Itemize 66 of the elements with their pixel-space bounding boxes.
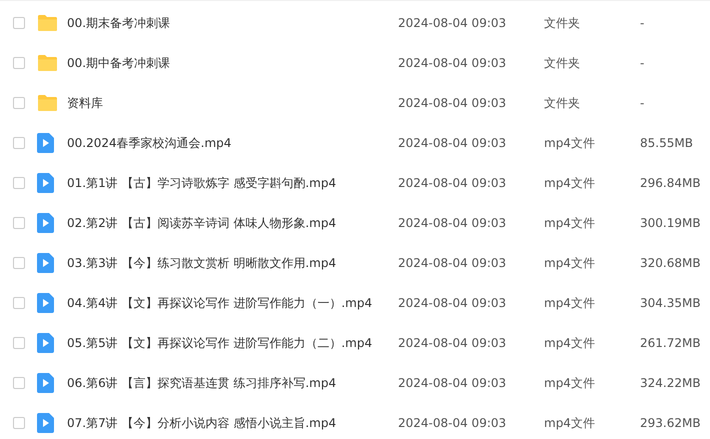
file-size: 300.19MB bbox=[640, 216, 702, 230]
video-file-icon bbox=[37, 413, 54, 433]
checkbox[interactable] bbox=[13, 417, 25, 429]
folder-icon bbox=[37, 54, 58, 72]
video-file-icon bbox=[37, 293, 54, 313]
file-name[interactable]: 03.第3讲 【今】练习散文赏析 明晰散文作用.mp4 bbox=[67, 254, 398, 272]
file-type: mp4文件 bbox=[544, 294, 596, 312]
checkbox[interactable] bbox=[13, 297, 25, 309]
checkbox[interactable] bbox=[13, 17, 25, 29]
file-name[interactable]: 07.第7讲 【今】分析小说内容 感悟小说主旨.mp4 bbox=[67, 414, 398, 432]
video-file-icon bbox=[37, 253, 54, 273]
checkbox[interactable] bbox=[13, 177, 25, 189]
video-file-icon bbox=[37, 373, 54, 393]
folder-icon bbox=[37, 14, 58, 32]
file-size: 261.72MB bbox=[640, 336, 702, 350]
file-size: 296.84MB bbox=[640, 176, 702, 190]
file-type: mp4文件 bbox=[544, 414, 596, 432]
checkbox[interactable] bbox=[13, 57, 25, 69]
file-name[interactable]: 02.第2讲 【古】阅读苏辛诗词 体味人物形象.mp4 bbox=[67, 214, 398, 232]
file-type: 文件夹 bbox=[544, 54, 581, 72]
file-name[interactable]: 05.第5讲 【文】再探议论写作 进阶写作能力（二）.mp4 bbox=[67, 334, 398, 352]
checkbox[interactable] bbox=[13, 137, 25, 149]
modified-time: 2024-08-04 09:03 bbox=[398, 336, 508, 350]
file-type: mp4文件 bbox=[544, 334, 596, 352]
modified-time: 2024-08-04 09:03 bbox=[398, 136, 508, 150]
file-size: 293.62MB bbox=[640, 416, 702, 430]
checkbox[interactable] bbox=[13, 377, 25, 389]
video-file-icon bbox=[37, 173, 54, 193]
modified-time: 2024-08-04 09:03 bbox=[398, 96, 508, 110]
file-type: 文件夹 bbox=[544, 14, 581, 32]
modified-time: 2024-08-04 09:03 bbox=[398, 416, 508, 430]
modified-time: 2024-08-04 09:03 bbox=[398, 296, 508, 310]
file-name[interactable]: 06.第6讲 【言】探究语基连贯 练习排序补写.mp4 bbox=[67, 374, 398, 392]
file-size: - bbox=[640, 96, 646, 110]
file-name[interactable]: 01.第1讲 【古】学习诗歌炼字 感受字斟句酌.mp4 bbox=[67, 174, 398, 192]
file-type: mp4文件 bbox=[544, 134, 596, 152]
file-name[interactable]: 00.期中备考冲刺课 bbox=[67, 54, 398, 72]
file-type: mp4文件 bbox=[544, 254, 596, 272]
video-file-icon bbox=[37, 133, 54, 153]
file-size: 324.22MB bbox=[640, 376, 702, 390]
modified-time: 2024-08-04 09:03 bbox=[398, 176, 508, 190]
file-type: mp4文件 bbox=[544, 374, 596, 392]
checkbox[interactable] bbox=[13, 337, 25, 349]
checkbox[interactable] bbox=[13, 97, 25, 109]
modified-time: 2024-08-04 09:03 bbox=[398, 16, 508, 30]
folder-icon bbox=[37, 94, 58, 112]
file-size: - bbox=[640, 56, 646, 70]
modified-time: 2024-08-04 09:03 bbox=[398, 376, 508, 390]
file-size: 85.55MB bbox=[640, 136, 694, 150]
modified-time: 2024-08-04 09:03 bbox=[398, 256, 508, 270]
modified-time: 2024-08-04 09:03 bbox=[398, 56, 508, 70]
modified-time: 2024-08-04 09:03 bbox=[398, 216, 508, 230]
file-name[interactable]: 资料库 bbox=[67, 94, 398, 112]
file-size: 320.68MB bbox=[640, 256, 702, 270]
checkbox[interactable] bbox=[13, 257, 25, 269]
video-file-icon bbox=[37, 333, 54, 353]
checkbox[interactable] bbox=[13, 217, 25, 229]
file-size: 304.35MB bbox=[640, 296, 702, 310]
file-type: mp4文件 bbox=[544, 214, 596, 232]
file-type: mp4文件 bbox=[544, 174, 596, 192]
file-name[interactable]: 00.2024春季家校沟通会.mp4 bbox=[67, 134, 398, 152]
video-file-icon bbox=[37, 213, 54, 233]
file-name[interactable]: 00.期末备考冲刺课 bbox=[67, 14, 398, 32]
file-name[interactable]: 04.第4讲 【文】再探议论写作 进阶写作能力（一）.mp4 bbox=[67, 294, 398, 312]
file-size: - bbox=[640, 16, 646, 30]
file-type: 文件夹 bbox=[544, 94, 581, 112]
